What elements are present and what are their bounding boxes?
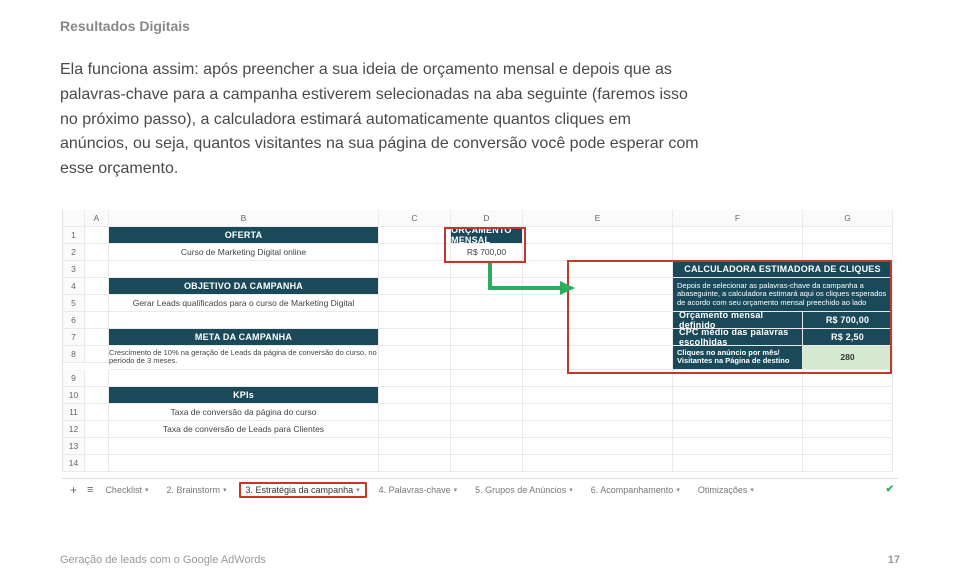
objetivo-value: Gerar Leads qualificados para o curso de… bbox=[109, 295, 379, 312]
calculadora-header: CALCULADORA ESTIMADORA DE CLIQUES bbox=[673, 261, 893, 278]
tab-brainstorm[interactable]: 2. Brainstorm▾ bbox=[160, 483, 232, 497]
sheets-menu-icon[interactable]: ≡ bbox=[87, 484, 93, 496]
col-head-f: F bbox=[673, 210, 803, 227]
col-head-c: C bbox=[379, 210, 451, 227]
col-head-g: G bbox=[803, 210, 893, 227]
row-head: 6 bbox=[63, 312, 85, 329]
row-head: 2 bbox=[63, 244, 85, 261]
body-paragraph: Ela funciona assim: após preencher a sua… bbox=[60, 58, 700, 182]
sheet-tabs-bar: + ≡ Checklist▾ 2. Brainstorm▾ 3. Estraté… bbox=[62, 478, 898, 501]
corner-cell bbox=[63, 210, 85, 227]
row-head: 1 bbox=[63, 227, 85, 244]
objetivo-header: OBJETIVO DA CAMPANHA bbox=[109, 278, 379, 295]
oferta-header: OFERTA bbox=[109, 227, 379, 244]
row-head: 3 bbox=[63, 261, 85, 278]
row-head: 8 bbox=[63, 346, 85, 363]
meta-value: Crescimento de 10% na geração de Leads d… bbox=[109, 346, 379, 370]
orcamento-header: ORÇAMENTO MENSAL bbox=[451, 227, 523, 244]
kpi-2: Taxa de conversão de Leads para Clientes bbox=[109, 421, 379, 438]
kpi-header: KPIs bbox=[109, 387, 379, 404]
row-head: 14 bbox=[63, 455, 85, 472]
row-head: 13 bbox=[63, 438, 85, 455]
add-sheet-icon[interactable]: + bbox=[66, 483, 81, 497]
spreadsheet-screenshot: A B C D E F G 1 OFERTA ORÇAMENTO MENSAL … bbox=[62, 210, 898, 501]
row-head: 10 bbox=[63, 387, 85, 404]
col-head-b: B bbox=[109, 210, 379, 227]
brand-title: Resultados Digitais bbox=[60, 18, 900, 34]
calculadora-desc: Depois de selecionar as palavras-chave d… bbox=[673, 278, 893, 312]
calc-row-cpc-label: CPC médio das palavras escolhidas bbox=[673, 329, 803, 346]
tab-checklist[interactable]: Checklist▾ bbox=[99, 483, 154, 497]
calc-row-orc-val: R$ 700,00 bbox=[803, 312, 893, 329]
row-head: 4 bbox=[63, 278, 85, 295]
orcamento-value: R$ 700,00 bbox=[451, 244, 523, 261]
row-head: 5 bbox=[63, 295, 85, 312]
calc-row-clicks-val: 280 bbox=[803, 346, 893, 370]
tab-acompanhamento[interactable]: 6. Acompanhamento▾ bbox=[585, 483, 686, 497]
tab-grupos[interactable]: 5. Grupos de Anúncios▾ bbox=[469, 483, 579, 497]
meta-header: META DA CAMPANHA bbox=[109, 329, 379, 346]
tab-palavras[interactable]: 4. Palavras-chave▾ bbox=[373, 483, 464, 497]
footer-page-number: 17 bbox=[888, 554, 900, 566]
row-head: 7 bbox=[63, 329, 85, 346]
row-head: 11 bbox=[63, 404, 85, 421]
row-head: 9 bbox=[63, 370, 85, 387]
check-icon: ✔ bbox=[886, 484, 894, 495]
calc-row-cpc-val: R$ 2,50 bbox=[803, 329, 893, 346]
footer-left: Geração de leads com o Google AdWords bbox=[60, 554, 266, 566]
kpi-1: Taxa de conversão da página do curso bbox=[109, 404, 379, 421]
calc-row-clicks-label: Cliques no anúncio por mês/ Visitantes n… bbox=[673, 346, 803, 370]
oferta-value: Curso de Marketing Digital online bbox=[109, 244, 379, 261]
tab-estrategia[interactable]: 3. Estratégia da campanha▾ bbox=[239, 482, 367, 498]
col-head-a: A bbox=[85, 210, 109, 227]
tab-otimizacoes[interactable]: Otimizações▾ bbox=[692, 483, 760, 497]
row-head: 12 bbox=[63, 421, 85, 438]
page-footer: Geração de leads com o Google AdWords 17 bbox=[60, 554, 900, 566]
col-head-e: E bbox=[523, 210, 673, 227]
